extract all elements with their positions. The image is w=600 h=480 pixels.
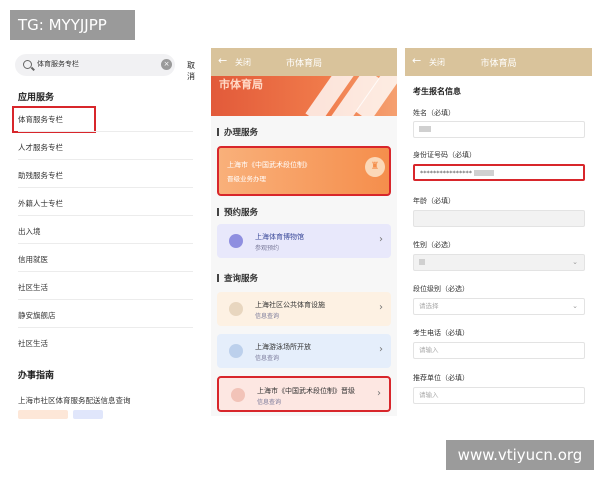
pool-icon xyxy=(229,344,243,358)
section-heading-guide: 办事指南 xyxy=(18,371,55,381)
card-subtitle: 参观预约 xyxy=(255,245,280,252)
banner-title: 市体育局 xyxy=(219,78,263,91)
unit-label: 推荐单位（必填） xyxy=(413,374,469,382)
id-number-label: 身份证号码（必填） xyxy=(413,151,476,159)
list-item[interactable]: 社区生活 xyxy=(18,338,188,349)
name-label: 姓名（必填） xyxy=(413,109,455,117)
martial-arts-icon xyxy=(231,388,245,402)
age-label: 年龄（必填） xyxy=(413,197,455,205)
list-item[interactable]: 体育服务专栏 xyxy=(18,114,188,125)
unit-field[interactable]: 请输入 xyxy=(413,387,585,404)
section-heading-reserve: 预约服务 xyxy=(217,206,258,218)
header-bar: ← 关闭 市体育局 xyxy=(405,48,592,76)
divider xyxy=(18,327,193,328)
chevron-down-icon: ⌄ xyxy=(572,302,578,310)
gender-select[interactable]: ⌄ xyxy=(413,254,585,271)
query-service-card[interactable]: 上海市《中国武术段位制》晋级 信息查询 › xyxy=(217,376,391,412)
list-item[interactable]: 社区生活 xyxy=(18,282,188,293)
chevron-right-icon: › xyxy=(379,302,383,313)
divider xyxy=(18,243,193,244)
chevron-right-icon: › xyxy=(379,234,383,245)
search-icon xyxy=(23,60,32,69)
divider xyxy=(18,299,193,300)
search-row: 体育服务专栏 × 取消 xyxy=(15,54,198,81)
search-input[interactable]: 体育服务专栏 × xyxy=(15,54,175,76)
list-item[interactable]: 出入境 xyxy=(18,226,188,237)
section-heading-apps: 应用服务 xyxy=(18,93,55,103)
query-service-card[interactable]: 上海社区公共体育设施 信息查询 › xyxy=(217,292,391,326)
guide-item[interactable]: 上海市社区体育服务配送信息查询 xyxy=(18,395,131,406)
page-title: 市体育局 xyxy=(285,59,322,69)
card-subtitle: 信息查询 xyxy=(255,355,280,362)
divider xyxy=(18,187,193,188)
card-subtitle: 信息查询 xyxy=(257,399,282,406)
screenshot-stage: TG: MYYJJPP www.vtiyucn.org 体育服务专栏 × 取消 … xyxy=(0,0,600,480)
level-label: 段位级别（必选） xyxy=(413,285,469,293)
divider xyxy=(18,159,193,160)
list-item[interactable]: 助残服务专栏 xyxy=(18,170,188,181)
reserve-service-card[interactable]: 上海体育博物馆 参观预约 › xyxy=(217,224,391,258)
clear-icon[interactable]: × xyxy=(161,59,172,70)
chevron-right-icon: › xyxy=(379,344,383,355)
section-heading-query: 查询服务 xyxy=(217,272,258,284)
level-select[interactable]: 请选择 ⌄ xyxy=(413,298,585,315)
card-subtitle: 晋级业务办理 xyxy=(227,175,266,183)
card-title: 上海市《中国武术段位制》 xyxy=(227,161,311,169)
form-section-title: 考生报名信息 xyxy=(413,87,461,96)
registration-form-panel: ← 关闭 市体育局 考生报名信息 姓名（必填） 身份证号码（必填） ******… xyxy=(405,48,592,418)
divider xyxy=(18,271,193,272)
section-heading-handle: 办理服务 xyxy=(217,126,258,138)
list-item[interactable]: 静安旗舰店 xyxy=(18,310,188,321)
banner: 市体育局 xyxy=(211,76,397,116)
card-title: 上海体育博物馆 xyxy=(255,233,304,241)
list-item[interactable]: 外籍人士专栏 xyxy=(18,198,188,209)
search-value: 体育服务专栏 xyxy=(37,60,79,68)
page-title: 市体育局 xyxy=(480,59,517,69)
watermark-top-left: TG: MYYJJPP xyxy=(10,10,135,40)
sports-bureau-panel: ← 关闭 市体育局 市体育局 办理服务 上海市《中国武术段位制》 晋级业务办理 … xyxy=(211,48,397,416)
award-icon: ♜ xyxy=(365,157,385,177)
card-title: 上海市《中国武术段位制》晋级 xyxy=(257,387,355,395)
watermark-bottom-right: www.vtiyucn.org xyxy=(446,440,594,470)
phone-label: 考生电话（必填） xyxy=(413,329,469,337)
divider xyxy=(18,131,193,132)
name-field[interactable] xyxy=(413,121,585,138)
card-title: 上海社区公共体育设施 xyxy=(255,301,325,309)
list-item[interactable]: 人才服务专栏 xyxy=(18,142,188,153)
list-item[interactable]: 信用就医 xyxy=(18,254,188,265)
chevron-right-icon: › xyxy=(377,388,381,399)
card-subtitle: 信息查询 xyxy=(255,313,280,320)
divider xyxy=(18,215,193,216)
museum-icon xyxy=(229,234,243,248)
gender-label: 性别（必选） xyxy=(413,241,455,249)
handle-service-card[interactable]: 上海市《中国武术段位制》 晋级业务办理 ♜ xyxy=(217,146,391,196)
phone-field[interactable]: 请输入 xyxy=(413,342,585,359)
cancel-button[interactable]: 取消 xyxy=(187,60,198,82)
search-results-panel: 体育服务专栏 × 取消 应用服务 体育服务专栏 人才服务专栏 助残服务专栏 外籍… xyxy=(5,48,198,420)
id-number-field[interactable]: **************** xyxy=(413,164,585,181)
chevron-down-icon: ⌄ xyxy=(572,258,578,266)
dumbbell-icon xyxy=(229,302,243,316)
query-service-card[interactable]: 上海游泳场所开放 信息查询 › xyxy=(217,334,391,368)
tag-badge xyxy=(73,410,103,419)
tag-badge xyxy=(18,410,68,419)
age-field[interactable] xyxy=(413,210,585,227)
header-bar: ← 关闭 市体育局 xyxy=(211,48,397,76)
card-title: 上海游泳场所开放 xyxy=(255,343,311,351)
